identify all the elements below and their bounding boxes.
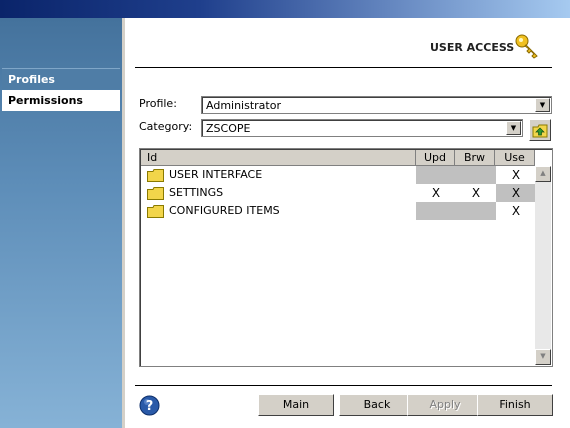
cell-upd[interactable] xyxy=(416,166,456,184)
footer-divider xyxy=(135,385,552,386)
table-row[interactable]: USER INTERFACE X xyxy=(142,166,535,184)
scroll-up-icon[interactable]: ▲ xyxy=(535,166,551,182)
folder-icon xyxy=(147,187,164,200)
help-icon[interactable]: ? xyxy=(139,395,160,416)
sidebar-divider xyxy=(122,18,125,428)
column-header-use[interactable]: Use xyxy=(495,150,535,166)
key-icon xyxy=(515,34,538,59)
vertical-scrollbar[interactable]: ▲ ▼ xyxy=(535,166,551,365)
column-header-brw[interactable]: Brw xyxy=(455,150,495,166)
chevron-down-icon[interactable]: ▼ xyxy=(506,121,521,135)
scroll-down-icon[interactable]: ▼ xyxy=(535,349,551,365)
finish-button[interactable]: Finish xyxy=(477,394,553,416)
sidebar-item-permissions[interactable]: Permissions xyxy=(2,90,120,111)
column-header-id[interactable]: Id xyxy=(141,150,416,166)
permissions-grid: Id Upd Brw Use USER INTERFACE X SETTINGS… xyxy=(139,148,553,367)
profile-select-value: Administrator xyxy=(206,99,281,112)
title-bar xyxy=(0,0,570,18)
folder-icon xyxy=(147,205,164,218)
cell-upd[interactable] xyxy=(416,202,456,220)
folder-up-icon xyxy=(532,124,548,138)
page-title: USER ACCESS xyxy=(430,41,515,54)
table-row[interactable]: SETTINGS X X X xyxy=(142,184,536,202)
folder-icon xyxy=(147,169,164,182)
profile-label: Profile: xyxy=(139,97,177,110)
row-id: SETTINGS xyxy=(169,186,224,199)
category-select[interactable]: ZSCOPE ▼ xyxy=(201,119,523,137)
row-id: CONFIGURED ITEMS xyxy=(169,204,280,217)
main-button[interactable]: Main xyxy=(258,394,334,416)
category-label: Category: xyxy=(139,120,193,133)
category-select-value: ZSCOPE xyxy=(206,122,251,135)
cell-brw[interactable]: X xyxy=(456,184,496,202)
svg-text:?: ? xyxy=(146,399,154,414)
cell-brw[interactable] xyxy=(456,202,496,220)
profile-select[interactable]: Administrator ▼ xyxy=(201,96,552,114)
parent-folder-button[interactable] xyxy=(529,119,551,141)
cell-use[interactable]: X xyxy=(496,166,536,184)
back-button[interactable]: Back xyxy=(339,394,415,416)
cell-brw[interactable] xyxy=(456,166,496,184)
cell-upd[interactable]: X xyxy=(416,184,456,202)
table-row[interactable]: CONFIGURED ITEMS X xyxy=(142,202,535,220)
sidebar-item-profiles[interactable]: Profiles xyxy=(2,68,120,89)
row-id: USER INTERFACE xyxy=(169,168,263,181)
cell-use[interactable]: X xyxy=(496,202,536,220)
header-divider xyxy=(135,67,552,68)
column-header-upd[interactable]: Upd xyxy=(416,150,455,166)
chevron-down-icon[interactable]: ▼ xyxy=(535,98,550,112)
apply-button[interactable]: Apply xyxy=(407,394,483,416)
cell-use[interactable]: X xyxy=(496,184,536,202)
